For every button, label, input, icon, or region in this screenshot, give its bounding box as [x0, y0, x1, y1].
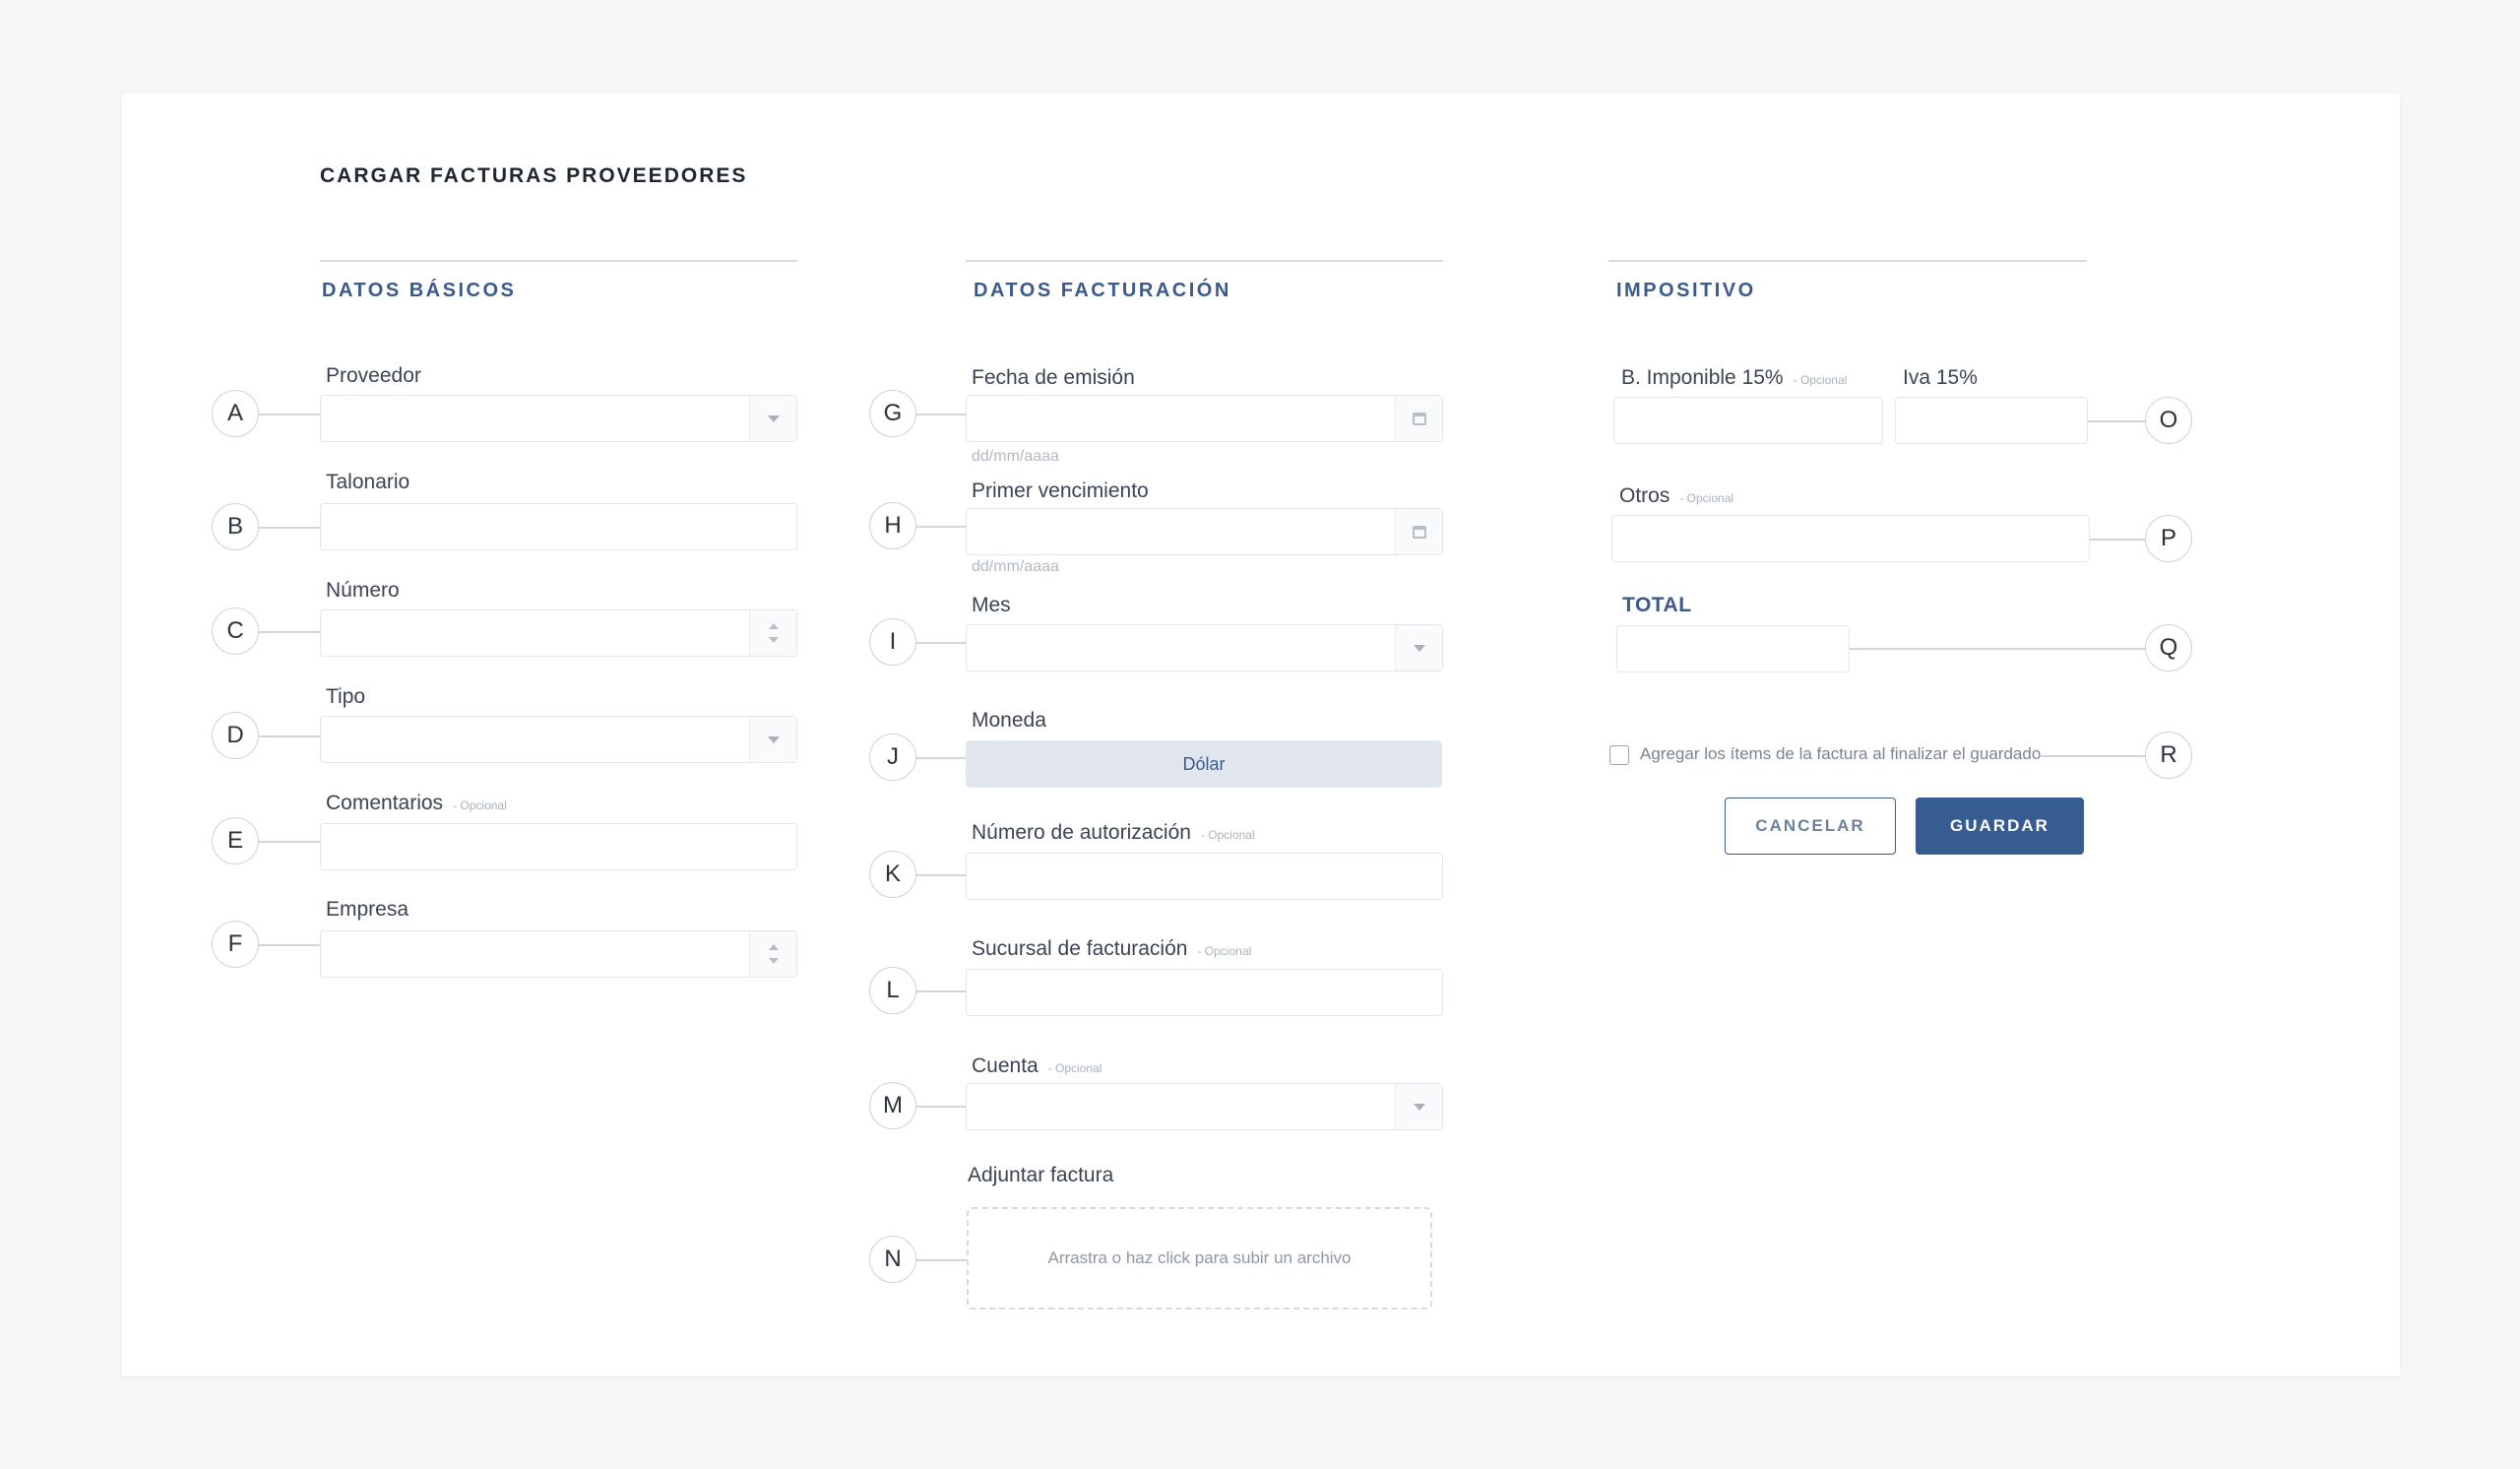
- label-moneda: Moneda: [972, 709, 1046, 732]
- date-format-hint: dd/mm/aaaa: [972, 558, 1059, 575]
- proveedor-select[interactable]: [320, 395, 797, 442]
- section-title-facturacion: DATOS FACTURACIÓN: [974, 280, 1231, 301]
- talonario-input[interactable]: [320, 503, 797, 550]
- label-talonario: Talonario: [326, 471, 410, 493]
- primer-vencimiento-input[interactable]: [966, 508, 1443, 555]
- marker-i: I: [869, 618, 916, 666]
- stepper-arrows-icon[interactable]: [749, 931, 796, 977]
- label-comentarios: Comentarios - Opcional: [326, 792, 507, 814]
- connector-line: [916, 1106, 966, 1108]
- connector-line: [916, 642, 966, 644]
- connector-line: [2040, 755, 2145, 757]
- connector-line: [2090, 539, 2145, 541]
- section-title-basicos: DATOS BÁSICOS: [322, 280, 517, 301]
- optional-tag: - Opcional: [1200, 828, 1255, 842]
- marker-m: M: [869, 1082, 916, 1129]
- connector-line: [259, 527, 320, 529]
- marker-e: E: [212, 817, 259, 864]
- calendar-icon[interactable]: [1395, 509, 1442, 554]
- add-items-checkbox[interactable]: [1609, 745, 1629, 765]
- date-format-hint: dd/mm/aaaa: [972, 448, 1059, 465]
- optional-tag: - Opcional: [1793, 373, 1848, 387]
- numero-stepper[interactable]: [320, 609, 797, 657]
- label-primer-vencimiento: Primer vencimiento: [972, 479, 1149, 502]
- optional-tag: - Opcional: [1047, 1061, 1102, 1075]
- chevron-down-icon[interactable]: [1395, 625, 1442, 671]
- tipo-select[interactable]: [320, 716, 797, 763]
- marker-r: R: [2145, 732, 2192, 779]
- chevron-down-icon[interactable]: [749, 396, 796, 441]
- connector-line: [916, 990, 966, 992]
- save-button[interactable]: GUARDAR: [1916, 798, 2084, 855]
- cuenta-select[interactable]: [966, 1083, 1443, 1130]
- marker-l: L: [869, 967, 916, 1014]
- connector-line: [259, 841, 320, 843]
- add-items-checkbox-label[interactable]: Agregar los ítems de la factura al final…: [1640, 744, 2041, 764]
- connector-line: [259, 735, 320, 737]
- label-tipo: Tipo: [326, 685, 366, 708]
- otros-input[interactable]: [1611, 515, 2090, 562]
- label-fecha-emision: Fecha de emisión: [972, 366, 1135, 389]
- marker-b: B: [212, 503, 259, 550]
- file-upload-dropzone[interactable]: Arrastra o haz click para subir un archi…: [967, 1207, 1432, 1309]
- optional-tag: - Opcional: [1197, 944, 1252, 958]
- section-divider-basicos: [320, 260, 797, 262]
- marker-j: J: [869, 734, 916, 781]
- marker-q: Q: [2145, 624, 2192, 671]
- marker-d: D: [212, 712, 259, 759]
- label-adjuntar-factura: Adjuntar factura: [968, 1164, 1114, 1186]
- connector-line: [259, 631, 320, 633]
- marker-n: N: [869, 1236, 916, 1283]
- stepper-arrows-icon[interactable]: [749, 610, 796, 656]
- label-numero: Número: [326, 579, 400, 602]
- label-otros: Otros - Opcional: [1619, 484, 1734, 507]
- label-iva: Iva 15%: [1903, 366, 1978, 389]
- connector-line: [916, 874, 966, 876]
- label-sucursal-facturacion: Sucursal de facturación - Opcional: [972, 937, 1252, 960]
- marker-g: G: [869, 390, 916, 437]
- chevron-down-icon[interactable]: [1395, 1084, 1442, 1129]
- connector-line: [259, 414, 320, 415]
- comentarios-input[interactable]: [320, 823, 797, 870]
- marker-a: A: [212, 390, 259, 437]
- empresa-stepper[interactable]: [320, 930, 797, 978]
- connector-line: [2088, 420, 2145, 422]
- connector-line: [916, 526, 966, 528]
- b-imponible-input[interactable]: [1613, 397, 1883, 444]
- label-proveedor: Proveedor: [326, 364, 421, 387]
- label-total: TOTAL: [1622, 594, 1692, 616]
- marker-k: K: [869, 851, 916, 898]
- optional-tag: - Opcional: [453, 798, 507, 812]
- mes-select[interactable]: [966, 624, 1443, 671]
- numero-autorizacion-input[interactable]: [966, 853, 1443, 900]
- label-empresa: Empresa: [326, 898, 410, 921]
- connector-line: [259, 944, 320, 946]
- marker-o: O: [2145, 397, 2192, 444]
- connector-line: [916, 757, 966, 759]
- page-title: CARGAR FACTURAS PROVEEDORES: [320, 164, 748, 187]
- marker-p: P: [2145, 515, 2192, 562]
- section-title-impositivo: IMPOSITIVO: [1616, 280, 1756, 301]
- sucursal-facturacion-input[interactable]: [966, 969, 1443, 1016]
- iva-input[interactable]: [1895, 397, 2088, 444]
- label-b-imponible: B. Imponible 15% - Opcional: [1621, 366, 1848, 389]
- cancel-button[interactable]: CANCELAR: [1725, 798, 1896, 855]
- label-cuenta: Cuenta - Opcional: [972, 1054, 1102, 1077]
- section-divider-impositivo: [1608, 260, 2087, 262]
- optional-tag: - Opcional: [1679, 491, 1734, 505]
- connector-line: [916, 414, 966, 415]
- marker-c: C: [212, 607, 259, 655]
- total-input[interactable]: [1616, 625, 1850, 672]
- moneda-dolar-button[interactable]: Dólar: [966, 740, 1442, 788]
- fecha-emision-input[interactable]: [966, 395, 1443, 442]
- calendar-icon[interactable]: [1395, 396, 1442, 441]
- connector-line: [916, 1259, 967, 1261]
- label-numero-autorizacion: Número de autorización - Opcional: [972, 821, 1255, 844]
- marker-h: H: [869, 502, 916, 549]
- section-divider-facturacion: [966, 260, 1443, 262]
- chevron-down-icon[interactable]: [749, 717, 796, 762]
- connector-line: [1850, 648, 2145, 650]
- label-mes: Mes: [972, 594, 1011, 616]
- marker-f: F: [212, 921, 259, 968]
